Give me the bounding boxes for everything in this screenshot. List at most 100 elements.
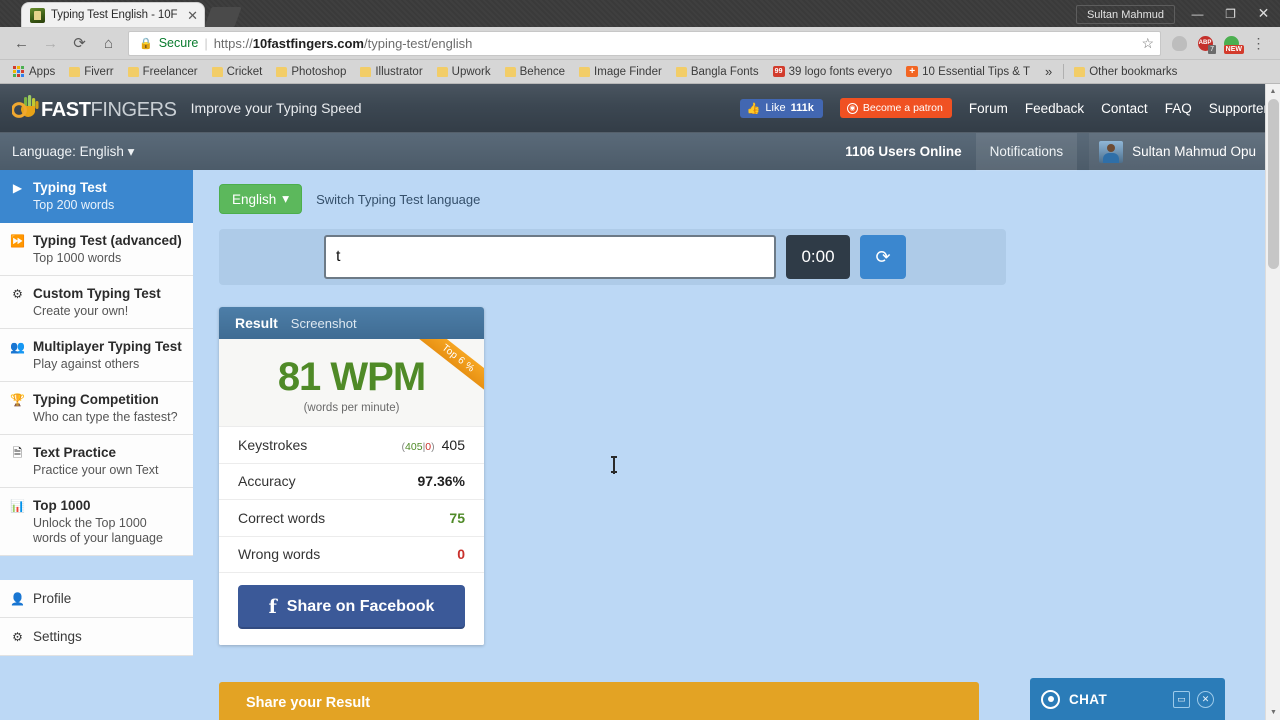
secure-label: Secure	[158, 36, 199, 50]
share-on-facebook-button[interactable]: f Share on Facebook	[238, 585, 465, 629]
scroll-up-icon[interactable]: ▲	[1266, 84, 1280, 99]
close-icon[interactable]: ✕	[1247, 0, 1280, 27]
chat-close-icon[interactable]: ✕	[1197, 690, 1214, 708]
sidebar-item-label: Settings	[33, 629, 82, 644]
bookmark-item[interactable]: 99 39 logo fonts everyo	[766, 62, 900, 82]
new-extension-icon[interactable]: NEW	[1219, 30, 1244, 57]
browser-tab[interactable]: Typing Test English - 10F ✕	[22, 3, 204, 27]
page-scrollbar[interactable]: ▲ ▼	[1265, 84, 1280, 720]
typing-input[interactable]	[324, 235, 776, 279]
sidebar-item-sublabel: Top 200 words	[33, 198, 115, 212]
restore-icon[interactable]: ❐	[1214, 0, 1247, 27]
scrollbar-thumb[interactable]	[1268, 99, 1279, 269]
sidebar-item-profile[interactable]: 👤 Profile	[0, 580, 193, 618]
bookmark-item[interactable]: Bangla Fonts	[669, 62, 766, 82]
bookmark-item[interactable]: Photoshop	[269, 62, 353, 82]
users-online-count: 1106 Users Online	[845, 144, 962, 159]
facebook-icon: f	[268, 596, 277, 618]
wpm-section: Top 6 % 81 WPM (words per minute)	[219, 339, 484, 426]
tab-screenshot[interactable]: Screenshot	[291, 316, 357, 331]
sidebar-item-top-1000[interactable]: 📊 Top 1000 Unlock the Top 1000 words of …	[0, 488, 193, 556]
sidebar-item-label: Profile	[33, 591, 72, 606]
sidebar-item-typing-test-advanced[interactable]: ⏩ Typing Test (advanced) Top 1000 words	[0, 223, 193, 276]
tab-result[interactable]: Result	[235, 315, 278, 331]
header-link-supporter[interactable]: Supporter	[1209, 101, 1268, 116]
logo-bold: FAST	[41, 99, 91, 121]
bookmark-star-icon[interactable]: ☆	[1141, 35, 1154, 52]
bookmark-item[interactable]: Cricket	[205, 62, 270, 82]
new-extension-badge: NEW	[1223, 44, 1244, 54]
forward-icon[interactable]: →	[37, 30, 64, 57]
bookmark-item[interactable]: Fiverr	[62, 62, 120, 82]
sidebar-item-multiplayer-typing-test[interactable]: 👥 Multiplayer Typing Test Play against o…	[0, 329, 193, 382]
scroll-down-icon[interactable]: ▼	[1266, 705, 1280, 720]
header-link-contact[interactable]: Contact	[1101, 101, 1148, 116]
bookmark-other-bookmarks[interactable]: Other bookmarks	[1067, 62, 1184, 82]
site-header: FASTFINGERS Improve your Typing Speed 👍 …	[0, 84, 1280, 132]
facebook-like-button[interactable]: 👍 Like 111k	[739, 98, 823, 118]
page-body: ▶ Typing Test Top 200 words ⏩ Typing Tes…	[0, 170, 1280, 720]
tab-title: Typing Test English - 10F	[51, 9, 178, 21]
adblock-plus-extension-icon[interactable]: ABP 7	[1193, 30, 1217, 57]
switch-language-note: Switch Typing Test language	[316, 191, 481, 207]
language-selector[interactable]: Language: English ▾	[12, 144, 134, 160]
window-user-label[interactable]: Sultan Mahmud	[1075, 4, 1175, 24]
site-favicon-icon	[906, 66, 919, 77]
microphone-extension-icon[interactable]	[1167, 30, 1191, 57]
chat-widget[interactable]: CHAT ▭ ✕	[1030, 678, 1225, 720]
sidebar-item-label: Custom Typing Test	[33, 286, 161, 301]
tab-close-icon[interactable]: ✕	[187, 9, 198, 22]
reload-icon[interactable]: ⟳	[66, 30, 93, 57]
notifications-button[interactable]: Notifications	[975, 132, 1078, 171]
bookmarks-overflow-icon[interactable]: »	[1037, 64, 1060, 79]
new-tab-button[interactable]	[204, 7, 242, 27]
address-bar[interactable]: 🔒 Secure | https://10fastfingers.com/typ…	[128, 30, 1161, 56]
header-link-faq[interactable]: FAQ	[1165, 101, 1192, 116]
bookmark-item[interactable]: Freelancer	[121, 62, 205, 82]
avatar	[1099, 140, 1124, 163]
stat-label: Correct words	[238, 509, 326, 526]
bookmark-item[interactable]: Upwork	[430, 62, 498, 82]
bookmark-label: Fiverr	[84, 65, 114, 78]
sidebar-item-custom-typing-test[interactable]: ⚙ Custom Typing Test Create your own!	[0, 276, 193, 329]
bookmark-item[interactable]: Behence	[498, 62, 572, 82]
patreon-icon: ◉	[846, 102, 858, 114]
site-header-right: 👍 Like 111k ◉ Become a patron Forum Feed…	[739, 98, 1268, 118]
bookmark-item[interactable]: Illustrator	[353, 62, 429, 82]
chevron-down-icon: ▾	[127, 143, 135, 159]
address-bar-url: https://10fastfingers.com/typing-test/en…	[214, 36, 1136, 51]
sidebar-item-typing-test[interactable]: ▶ Typing Test Top 200 words	[0, 170, 193, 223]
navigation-bar: ← → ⟳ ⌂ 🔒 Secure | https://10fastfingers…	[0, 27, 1280, 60]
site-logo[interactable]: FASTFINGERS	[11, 95, 177, 121]
bookmark-item[interactable]: 10 Essential Tips & T	[899, 62, 1037, 82]
chat-minimize-icon[interactable]: ▭	[1173, 690, 1190, 708]
user-menu[interactable]: Sultan Mahmud Opu	[1089, 132, 1268, 171]
stat-row-wrong-words: Wrong words 0	[219, 535, 484, 572]
language-dropdown-button[interactable]: English ▾	[219, 184, 303, 214]
bar-chart-icon: 📊	[10, 499, 25, 513]
chrome-menu-icon[interactable]: ⋮	[1245, 30, 1272, 57]
sidebar-item-settings[interactable]: ⚙ Settings	[0, 618, 193, 656]
sidebar-item-sublabel: Unlock the Top 1000 words of your langua…	[33, 516, 163, 545]
bookmark-label: Image Finder	[594, 65, 662, 78]
home-icon[interactable]: ⌂	[95, 30, 122, 57]
bookmark-apps[interactable]: Apps	[6, 62, 62, 82]
reload-test-button[interactable]: ⟳	[860, 235, 906, 279]
sidebar-item-typing-competition[interactable]: 🏆 Typing Competition Who can type the fa…	[0, 382, 193, 435]
share-your-result-banner[interactable]: Share your Result	[219, 682, 979, 720]
gears-icon: ⚙	[12, 287, 23, 301]
back-icon[interactable]: ←	[8, 30, 35, 57]
header-link-feedback[interactable]: Feedback	[1025, 101, 1084, 116]
header-link-forum[interactable]: Forum	[969, 101, 1008, 116]
stat-row-keystrokes: Keystrokes (405|0) 405	[219, 426, 484, 463]
bookmark-item[interactable]: Image Finder	[572, 62, 669, 82]
page-content: FASTFINGERS Improve your Typing Speed 👍 …	[0, 84, 1280, 720]
become-a-patron-button[interactable]: ◉ Become a patron	[839, 98, 952, 118]
minimize-icon[interactable]: —	[1181, 0, 1214, 27]
folder-icon	[675, 66, 687, 77]
result-card: Result Screenshot Top 6 % 81 WPM (words …	[219, 307, 484, 645]
facebook-like-count: 111k	[790, 102, 814, 114]
stat-label: Wrong words	[238, 546, 321, 563]
adblock-badge-count: 7	[1208, 44, 1216, 54]
sidebar-item-text-practice[interactable]: 🗎 Text Practice Practice your own Text	[0, 435, 193, 488]
